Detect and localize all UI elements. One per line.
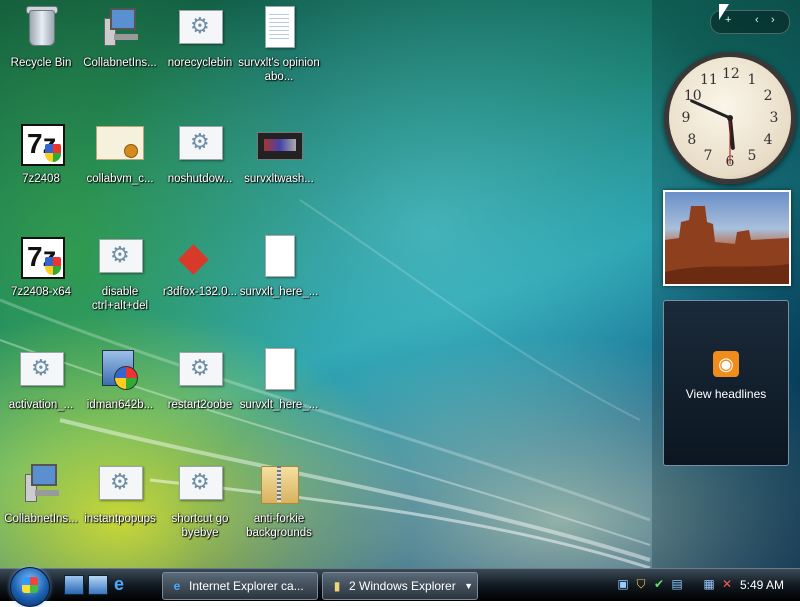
desktop-icon-label: CollabnetIns... (83, 57, 157, 69)
desktop-icon-label: idman642b... (86, 399, 154, 411)
show-desktop-icon[interactable] (64, 575, 84, 595)
taskbar-button-label: Internet Explorer ca... (189, 579, 304, 593)
blank-file-icon (255, 346, 303, 394)
desktop-icon-disable-cad[interactable]: ⚙ disable ctrl+alt+del (79, 233, 161, 313)
taskbar-button-label: 2 Windows Explorer (349, 579, 456, 593)
clock-time[interactable]: 5:49 AM (740, 572, 784, 598)
folder-icon: ▮ (333, 579, 341, 593)
network-computer-icon (96, 4, 144, 52)
7zip-installer-icon: 7z (17, 120, 65, 168)
script-gear-icon: ⚙ (96, 233, 144, 281)
certificate-icon (96, 120, 144, 168)
desktop-icon-survxltwash[interactable]: survxltwash... (238, 120, 320, 186)
clock-gadget[interactable]: 12 1 2 3 4 5 6 7 8 9 10 11 (664, 52, 796, 184)
windows-logo-icon (22, 577, 38, 593)
script-gear-icon: ⚙ (176, 346, 224, 394)
desktop-icon-label: noshutdow... (167, 173, 233, 185)
desktop-icon-label: survxlt_here_... (239, 399, 319, 411)
recycle-bin-icon (17, 4, 65, 52)
desktop-icon-noshutdown[interactable]: ⚙ noshutdow... (159, 120, 241, 186)
desktop-icon-label: Recycle Bin (10, 57, 72, 69)
desktop-icon-label: collabvm_c... (86, 173, 154, 185)
windows-update-icon[interactable]: ▤ (670, 577, 684, 591)
desktop-icon-label: r3dfox-132.0... (162, 286, 238, 298)
desktop-icon-shortcut-go-byebye[interactable]: ⚙ shortcut go byebye (159, 460, 241, 540)
script-gear-icon: ⚙ (176, 120, 224, 168)
desktop-icon-idman[interactable]: idman642b... (79, 346, 161, 412)
mouse-cursor-icon (719, 4, 729, 20)
desktop-icon-recycle-bin[interactable]: Recycle Bin (0, 4, 82, 70)
desktop-icon-label: shortcut go byebye (171, 513, 229, 539)
setup-installer-icon (96, 346, 144, 394)
taskbar-button-internet-explorer[interactable]: e Internet Explorer ca... (162, 572, 318, 600)
blank-file-icon (255, 233, 303, 281)
desert-landscape-image (665, 206, 789, 284)
desktop-icon-collabnet-2[interactable]: CollabnetIns... (0, 460, 82, 526)
desktop-icon-label: survxlt_here_... (239, 286, 319, 298)
red-fox-icon: ◆ (178, 235, 209, 279)
view-headlines-label[interactable]: View headlines (664, 387, 788, 401)
sidebar-next-button[interactable]: › (771, 14, 775, 26)
desktop-icon-label: disable ctrl+alt+del (91, 286, 149, 312)
clock-minute-hand (690, 99, 732, 120)
desktop-icon-r3dfox[interactable]: ◆ r3dfox-132.0... (159, 233, 241, 299)
internet-explorer-icon: e (173, 579, 181, 593)
rss-icon: ◉ (713, 351, 739, 377)
desktop-icon-label: 7z2408 (22, 173, 60, 185)
desktop-icon-7z2408-x64[interactable]: 7z 7z2408-x64 (0, 233, 82, 299)
network-computer-icon (17, 460, 65, 508)
desktop-icon-label: survxltwash... (244, 173, 314, 185)
network-icon[interactable]: ▣ (616, 577, 630, 591)
desktop-icon-label: CollabnetIns... (4, 513, 78, 525)
slideshow-gadget[interactable] (663, 190, 791, 286)
screenshot-image-icon (255, 120, 303, 168)
network-connection-icon[interactable]: ▦ (702, 577, 716, 591)
script-gear-icon: ⚙ (96, 460, 144, 508)
desktop-icon-survxlt-here-2[interactable]: survxlt_here_... (238, 346, 320, 412)
desktop-icon-label: instantpopups (84, 513, 156, 525)
feed-headlines-gadget[interactable]: ◉ View headlines (663, 300, 789, 466)
switch-windows-icon[interactable] (88, 575, 108, 595)
zip-folder-icon (255, 460, 303, 508)
desktop-icon-label: norecyclebin (167, 57, 233, 69)
internet-explorer-icon[interactable]: e (110, 575, 128, 593)
chevron-down-icon: ▼ (464, 581, 473, 591)
notification-area: ▣ ⛉ ✔ ▤ ▦ ✕ 5:49 AM (612, 572, 800, 598)
text-document-icon (255, 4, 303, 52)
script-gear-icon: ⚙ (176, 460, 224, 508)
shield-warning-icon[interactable]: ⛉ (634, 577, 648, 591)
desktop-icon-label: 7z2408-x64 (10, 286, 72, 298)
desktop-icon-norecyclebin[interactable]: ⚙ norecyclebin (159, 4, 241, 70)
desktop-icon-7z2408[interactable]: 7z 7z2408 (0, 120, 82, 186)
desktop-icon-collabnet-1[interactable]: CollabnetIns... (79, 4, 161, 70)
desktop-icon-label: restart2oobe (167, 399, 233, 411)
script-gear-icon: ⚙ (176, 4, 224, 52)
sidebar-prev-button[interactable]: ‹ (755, 14, 759, 26)
desktop-icon-instantpopups[interactable]: ⚙ instantpopups (79, 460, 161, 526)
script-gear-icon: ⚙ (17, 346, 65, 394)
taskbar-button-windows-explorer[interactable]: ▮ 2 Windows Explorer ▼ (322, 572, 478, 600)
start-button[interactable] (10, 567, 50, 607)
clock-hands (690, 99, 735, 164)
desktop-icon-label: anti-forkie backgrounds (246, 513, 312, 539)
desktop-icon-restart2oobe[interactable]: ⚙ restart2oobe (159, 346, 241, 412)
desktop-icon-survxlt-opinion[interactable]: survxlt's opinion abo... (238, 4, 320, 84)
speaker-muted-icon[interactable]: ✕ (720, 577, 734, 591)
desktop-icon-survxlt-here-1[interactable]: survxlt_here_... (238, 233, 320, 299)
security-check-icon[interactable]: ✔ (652, 577, 666, 591)
desktop-icon-collabvm-cert[interactable]: collabvm_c... (79, 120, 161, 186)
7zip-installer-icon: 7z (17, 233, 65, 281)
desktop-icon-label: survxlt's opinion abo... (238, 57, 320, 83)
desktop-icon-anti-forkie[interactable]: anti-forkie backgrounds (238, 460, 320, 540)
desktop-icon-label: activation_... (8, 399, 74, 411)
desktop-icon-activation[interactable]: ⚙ activation_... (0, 346, 82, 412)
